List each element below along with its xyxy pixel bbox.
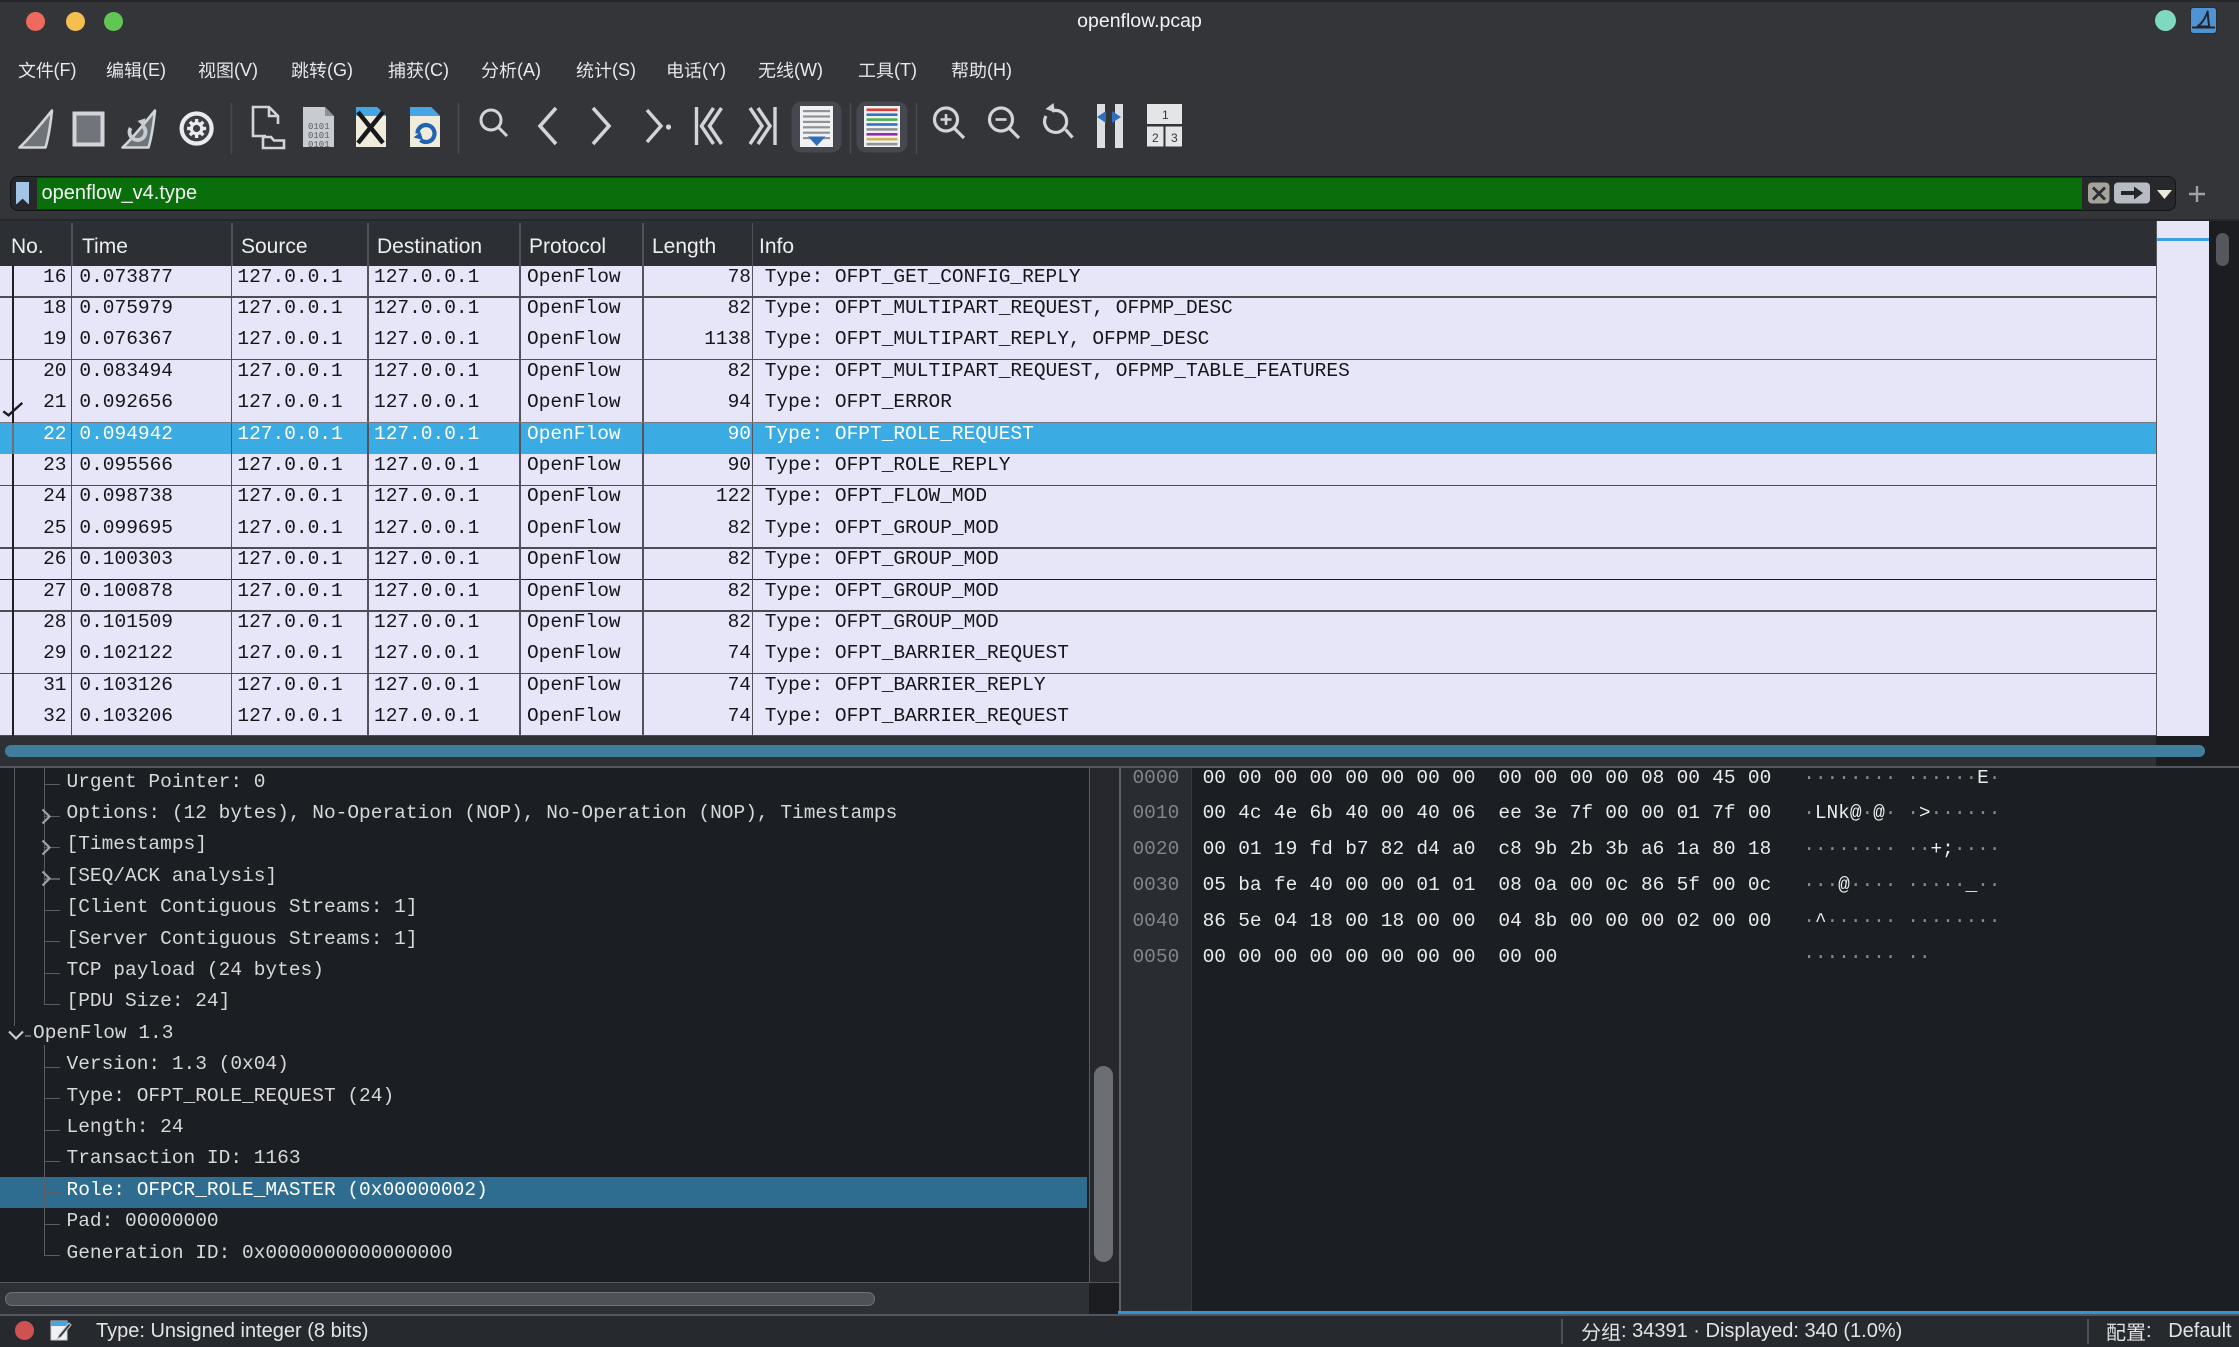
svg-text:0101: 0101 bbox=[308, 140, 330, 150]
svg-text:3: 3 bbox=[1171, 131, 1178, 145]
svg-text:2: 2 bbox=[1152, 131, 1159, 145]
svg-text:1: 1 bbox=[1162, 108, 1169, 122]
